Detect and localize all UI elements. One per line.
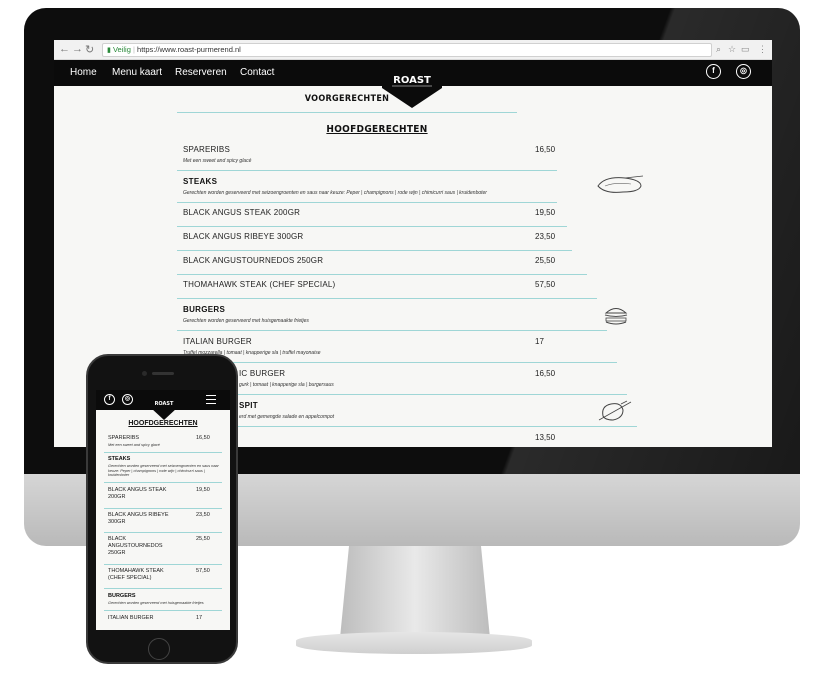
item-desc: gurk | tomaat | knapperige sla | burgers… xyxy=(239,382,334,388)
item-name: THOMAHAWK STEAK (CHEF SPECIAL) xyxy=(108,568,164,581)
category-desc: Gerechten worden geserveerd met seizoeng… xyxy=(108,464,219,478)
item-name: IC BURGER xyxy=(239,369,286,378)
imac-foot xyxy=(296,632,532,654)
phone-frame: f ◎ ROAST HOOFDGERECHTEN SPARERIBS 16,50… xyxy=(86,354,238,664)
item-price: 57,50 xyxy=(535,280,556,289)
item-name: SPARERIBS xyxy=(108,435,140,441)
device-mockup: ← → ↻ ▮ Veilig | https://www.roast-purme… xyxy=(0,0,823,680)
item-name: ITALIAN BURGER xyxy=(183,337,252,346)
nav-menu-kaart[interactable]: Menu kaart xyxy=(112,67,162,78)
item-name: BLACK ANGUSTOURNEDOS 250GR xyxy=(108,536,163,556)
item-price: 25,50 xyxy=(196,536,210,542)
category-desc: Gerechten worden geserveerd met huisgema… xyxy=(108,601,204,605)
category-desc: erd met gemengde salade en appelcompot xyxy=(239,414,335,420)
item-name: BLACK ANGUSTOURNEDOS 250GR xyxy=(183,256,324,265)
instagram-icon[interactable]: ◎ xyxy=(736,64,751,79)
chicken-illustration-icon xyxy=(598,400,632,421)
category-spit: SPIT xyxy=(239,401,258,410)
imac-stand xyxy=(340,546,490,638)
category-desc: Gerechten worden geserveerd met seizoeng… xyxy=(183,190,487,196)
category-burgers: BURGERS xyxy=(183,305,226,314)
category-desc: Gerechten worden geserveerd met huisgema… xyxy=(183,318,309,324)
category-burgers: BURGERS xyxy=(108,593,136,599)
secure-label: Veilig xyxy=(112,45,131,54)
steak-illustration-icon xyxy=(597,175,644,193)
item-name: BLACK ANGUS RIBEYE 300GR xyxy=(183,232,304,241)
back-icon[interactable]: ← xyxy=(59,43,70,55)
camera xyxy=(142,371,147,376)
nav-reserveren[interactable]: Reserveren xyxy=(175,67,227,78)
category-steaks: STEAKS xyxy=(183,177,218,186)
facebook-icon[interactable]: f xyxy=(706,64,721,79)
forward-icon[interactable]: → xyxy=(72,43,83,55)
item-price: 19,50 xyxy=(535,208,556,217)
home-button[interactable] xyxy=(148,638,170,660)
mobile-logo[interactable]: ROAST xyxy=(151,394,177,420)
search-icon[interactable]: ⌕ xyxy=(716,44,721,55)
item-price: 57,50 xyxy=(196,568,210,574)
item-price: 16,50 xyxy=(535,369,556,378)
item-name: BLACK ANGUS RIBEYE 300GR xyxy=(108,512,169,525)
item-desc: Met een sweet and spicy glacé xyxy=(108,443,160,447)
item-name: ITALIAN BURGER xyxy=(108,615,154,621)
item-price: 23,50 xyxy=(196,512,210,518)
hamburger-menu-icon[interactable] xyxy=(206,395,216,404)
item-price: 17 xyxy=(535,337,544,346)
nav-home[interactable]: Home xyxy=(70,67,97,78)
logo-text: ROAST xyxy=(393,75,431,86)
section-title: HOOFDGERECHTEN xyxy=(326,124,428,135)
item-price: 13,50 xyxy=(535,433,556,442)
item-price: 25,50 xyxy=(535,256,556,265)
previous-section-heading: VOORGERECHTEN xyxy=(304,94,390,104)
facebook-icon[interactable]: f xyxy=(104,394,115,405)
item-name: THOMAHAWK STEAK (CHEF SPECIAL) xyxy=(183,280,336,289)
url-text: https://www.roast-purmerend.nl xyxy=(137,45,241,54)
item-price: 17 xyxy=(196,615,203,621)
category-steaks: STEAKS xyxy=(108,456,131,462)
mobile-screen: f ◎ ROAST HOOFDGERECHTEN SPARERIBS 16,50… xyxy=(96,390,230,630)
reload-icon[interactable]: ↻ xyxy=(85,43,94,56)
instagram-icon[interactable]: ◎ xyxy=(122,394,133,405)
nav-contact[interactable]: Contact xyxy=(240,67,274,78)
item-name: BLACK ANGUS STEAK 200GR xyxy=(183,208,301,217)
item-name: BLACK ANGUS STEAK 200GR xyxy=(108,487,167,500)
item-price: 16,50 xyxy=(196,435,210,441)
speaker xyxy=(152,372,174,375)
lock-icon: ▮ xyxy=(107,47,111,54)
item-desc: Met een sweet and spicy glacé xyxy=(183,158,252,164)
cast-icon[interactable]: ▭ xyxy=(741,44,750,55)
address-bar[interactable]: ▮ Veilig | https://www.roast-purmerend.n… xyxy=(102,43,712,57)
svg-text:ROAST: ROAST xyxy=(155,401,174,407)
burger-illustration-icon xyxy=(604,308,628,325)
star-icon[interactable]: ☆ xyxy=(728,44,736,55)
browser-toolbar: ← → ↻ ▮ Veilig | https://www.roast-purme… xyxy=(54,40,772,60)
menu-icon[interactable]: ⋮ xyxy=(758,44,767,55)
item-price: 19,50 xyxy=(196,487,210,493)
item-price: 23,50 xyxy=(535,232,556,241)
mobile-section-title: HOOFDGERECHTEN xyxy=(128,420,198,427)
item-name: SPARERIBS xyxy=(183,145,230,154)
item-price: 16,50 xyxy=(535,145,556,154)
